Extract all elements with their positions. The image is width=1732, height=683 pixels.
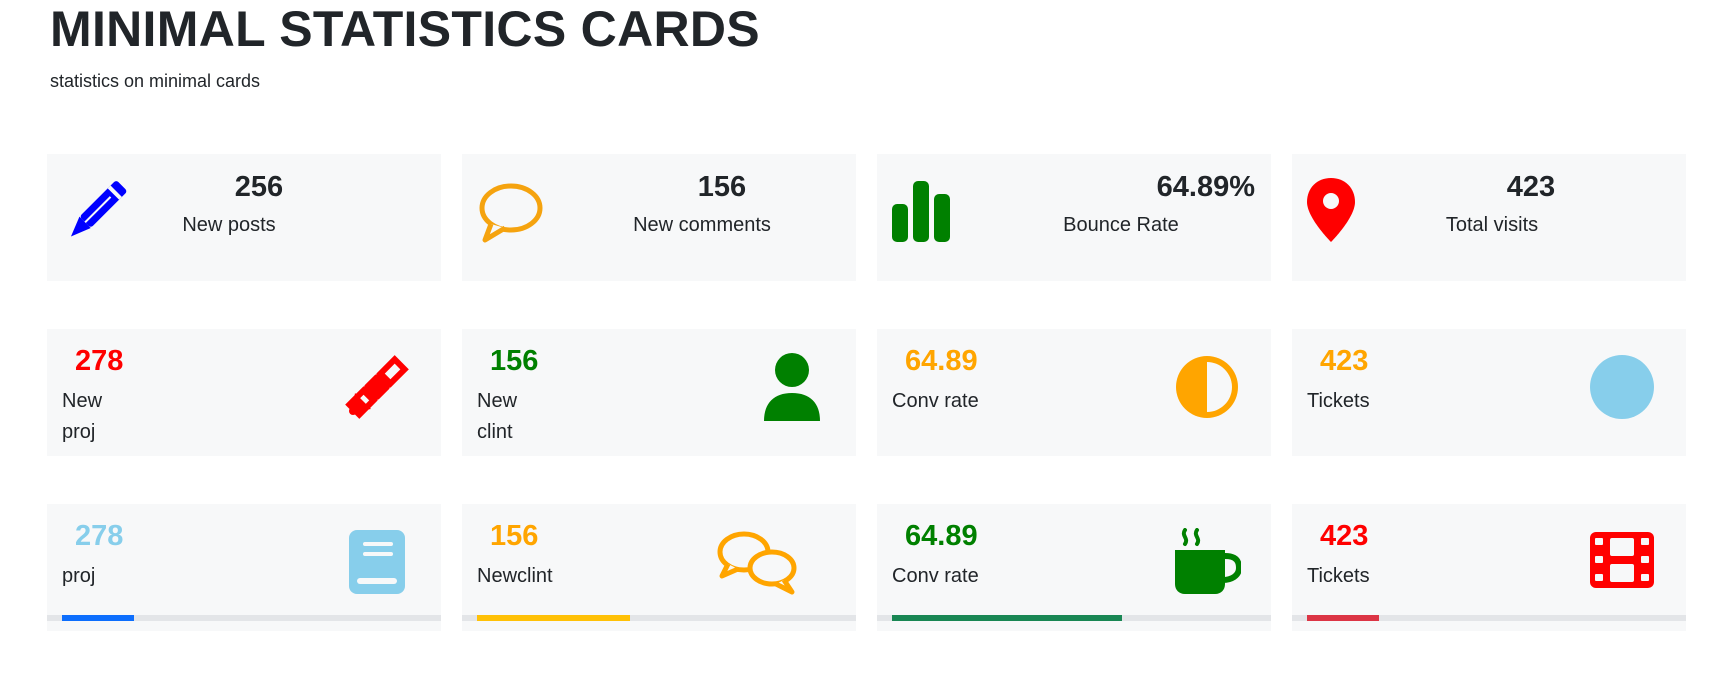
progress-fill	[477, 615, 630, 621]
stat-label: Tickets	[1307, 390, 1370, 412]
stat-card-new-proj: 278 New proj	[47, 329, 441, 456]
stat-value: 156	[490, 520, 539, 552]
stat-value: 423	[1320, 520, 1369, 552]
stat-label: Bounce Rate	[1063, 214, 1179, 236]
stat-value: 278	[75, 345, 124, 377]
stat-label: Conv rate	[892, 390, 979, 412]
stat-card-new-comments: 156 New comments	[462, 154, 856, 281]
stat-card-newclint: 156 Newclint	[462, 504, 856, 631]
progress-fill	[892, 615, 1122, 621]
stat-value: 156	[490, 345, 539, 377]
stat-value: 64.89	[905, 520, 978, 552]
bar-chart-icon	[890, 176, 960, 246]
stat-card-tickets-2: 423 Tickets	[1292, 504, 1686, 631]
page-title: MINIMAL STATISTICS CARDS	[50, 1, 760, 57]
user-icon	[758, 353, 826, 421]
stat-card-bounce-rate: 64.89% Bounce Rate	[877, 154, 1271, 281]
stat-value: 256	[234, 171, 284, 203]
stat-label: Tickets	[1307, 565, 1370, 587]
stat-label: New comments	[633, 214, 771, 236]
stat-card-conv-rate-2: 64.89 Conv rate	[877, 504, 1271, 631]
stat-label: Total visits	[1445, 214, 1539, 236]
film-icon	[1588, 528, 1656, 596]
stat-card-total-visits: 423 Total visits	[1292, 154, 1686, 281]
stat-value: 423	[1320, 345, 1369, 377]
map-pin-icon	[1305, 176, 1375, 246]
stat-card-tickets: 423 Tickets	[1292, 329, 1686, 456]
satellite-icon	[343, 353, 411, 421]
stat-label: New clint	[477, 390, 518, 443]
stat-label: Conv rate	[892, 565, 979, 587]
stat-card-proj: 278 proj	[47, 504, 441, 631]
speech-bubble-icon	[475, 176, 545, 246]
stat-value: 156	[697, 171, 747, 203]
stat-label: New proj	[62, 390, 103, 443]
stat-value: 64.89	[905, 345, 978, 377]
stat-value: 423	[1506, 171, 1556, 203]
stat-value: 278	[75, 520, 124, 552]
stat-card-conv-rate: 64.89 Conv rate	[877, 329, 1271, 456]
progress-fill	[1307, 615, 1379, 621]
progress-track	[462, 615, 856, 621]
stat-value: 64.89%	[1156, 171, 1255, 203]
progress-track	[47, 615, 441, 621]
progress-fill	[62, 615, 134, 621]
stat-label: Newclint	[477, 565, 553, 587]
stat-card-new-clint: 156 New clint	[462, 329, 856, 456]
circle-icon	[1588, 353, 1656, 421]
chat-bubbles-icon	[714, 528, 800, 598]
stat-label: New posts	[182, 214, 276, 236]
progress-track	[1292, 615, 1686, 621]
coffee-cup-icon	[1173, 528, 1241, 596]
book-icon	[343, 528, 411, 596]
half-circle-icon	[1173, 353, 1241, 421]
progress-track	[877, 615, 1271, 621]
stat-card-new-posts: 256 New posts	[47, 154, 441, 281]
page-subtitle: statistics on minimal cards	[50, 71, 261, 91]
stat-label: proj	[62, 565, 96, 587]
